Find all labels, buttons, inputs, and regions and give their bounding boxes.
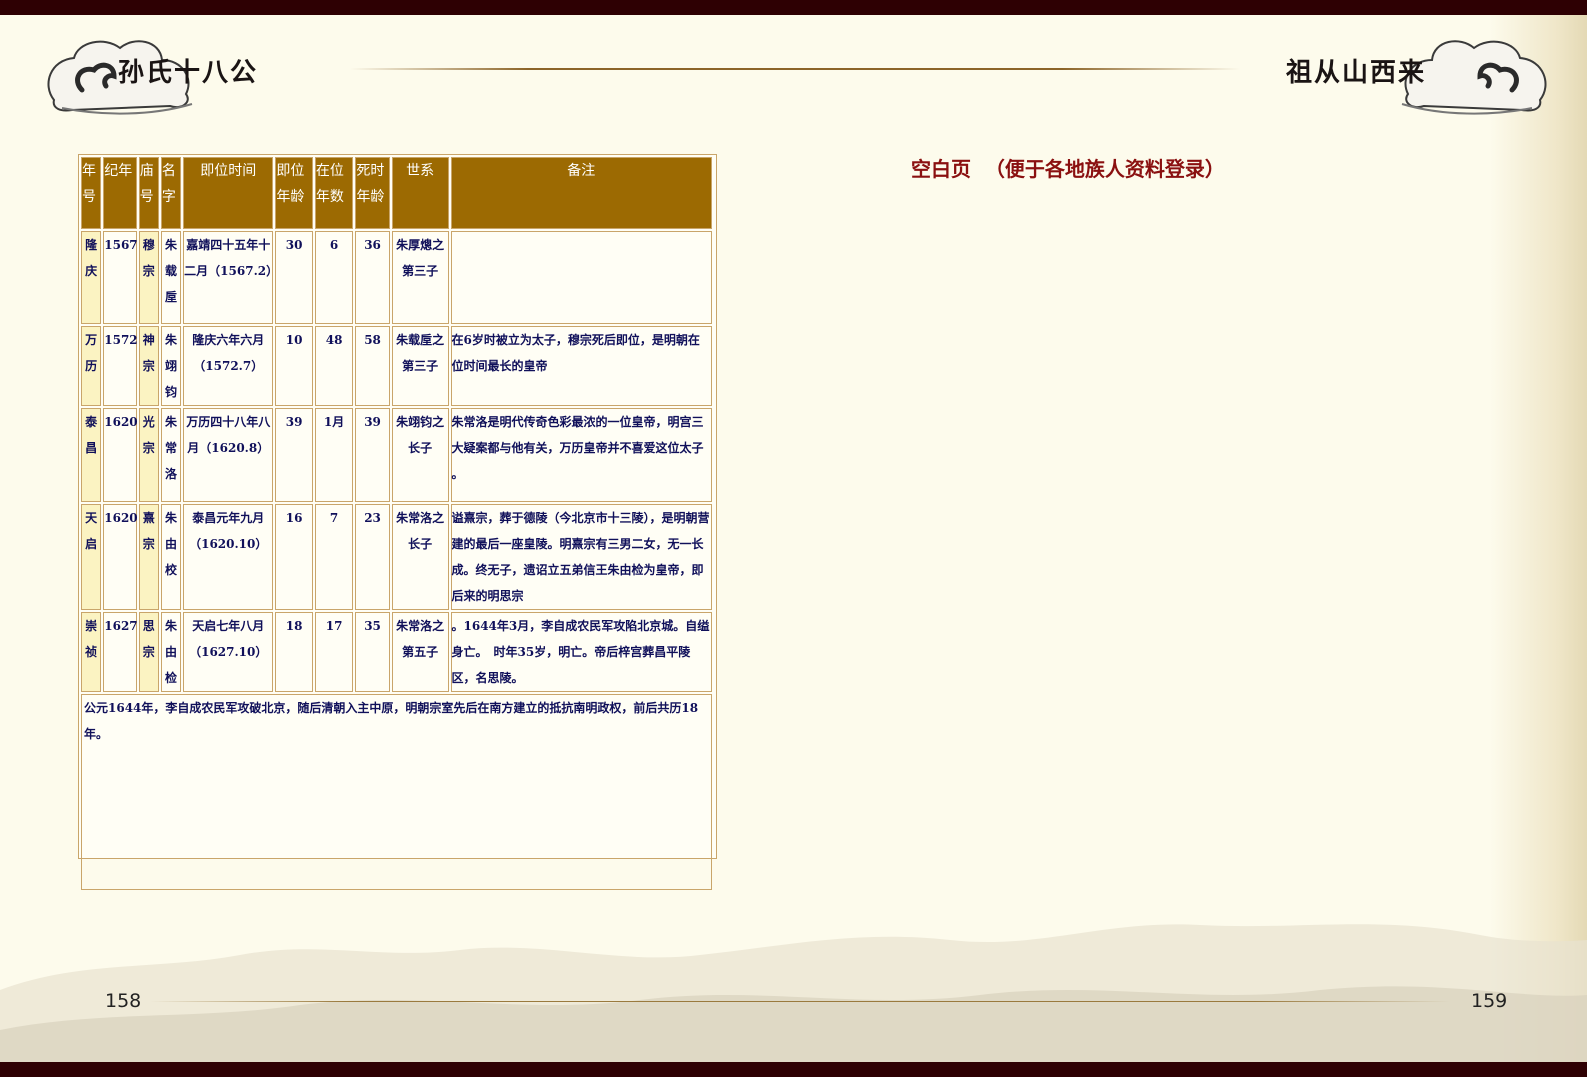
- cell-era: 崇祯: [81, 612, 102, 692]
- cell-temple: 神宗: [138, 326, 159, 406]
- ming-emperors-table: 年号 纪年 庙号 名字 即位时间 即位年龄 在位年数 死时年龄 世系 备注 隆庆…: [78, 154, 717, 890]
- cell-name: 朱由检: [160, 612, 182, 692]
- cell-years-reign: 48: [314, 326, 354, 406]
- cell-name: 朱翊钧: [160, 326, 182, 406]
- cell-accession: 隆庆六年六月（1572.7）: [183, 326, 274, 406]
- cell-notes: 朱常洛是明代传奇色彩最浓的一位皇帝，明宫三大疑案都与他有关，万历皇帝并不喜爱这位…: [450, 408, 712, 502]
- cell-years-reign: 7: [314, 504, 354, 610]
- cell-age-death: 36: [355, 231, 390, 324]
- cell-lineage: 朱常洛之第五子: [391, 612, 449, 692]
- table-footer-note: 公元1644年，李自成农民军攻破北京，随后清朝入主中原，明朝宗室先后在南方建立的…: [81, 694, 712, 890]
- header-name: 名字: [160, 157, 182, 229]
- cell-era: 万历: [81, 326, 102, 406]
- cell-accession: 泰昌元年九月（1620.10）: [183, 504, 274, 610]
- cell-era: 隆庆: [81, 231, 102, 324]
- table-row: 隆庆 1567 穆宗 朱载垕 嘉靖四十五年十二月（1567.2） 30 6 36…: [81, 231, 712, 324]
- cell-year: 1572: [103, 326, 138, 406]
- cell-notes: 谥熹宗，葬于德陵（今北京市十三陵），是明朝营建的最后一座皇陵。明熹宗有三男二女，…: [450, 504, 712, 610]
- table-row: 万历 1572 神宗 朱翊钧 隆庆六年六月（1572.7） 10 48 58 朱…: [81, 326, 712, 406]
- cell-year: 1627: [103, 612, 138, 692]
- header-rule: [350, 68, 1240, 70]
- table-row: 崇祯 1627 思宗 朱由检 天启七年八月（1627.10） 18 17 35 …: [81, 612, 712, 692]
- header-year: 纪年: [103, 157, 137, 229]
- header-temple: 庙号: [138, 157, 159, 229]
- cell-age-accession: 39: [275, 408, 313, 502]
- cell-name: 朱常洛: [160, 408, 182, 502]
- cell-lineage: 朱厚熜之第三子: [391, 231, 449, 324]
- header-accession: 即位时间: [183, 157, 274, 229]
- cell-notes: [450, 231, 712, 324]
- table-header-row: 年号 纪年 庙号 名字 即位时间 即位年龄 在位年数 死时年龄 世系 备注: [81, 157, 712, 229]
- header-era: 年号: [81, 157, 102, 229]
- left-page-number: 158: [105, 990, 142, 1012]
- cell-lineage: 朱载垕之第三子: [391, 326, 449, 406]
- cell-accession: 天启七年八月（1627.10）: [183, 612, 274, 692]
- cell-accession: 万历四十八年八月（1620.8）: [183, 408, 274, 502]
- cell-notes: 在6岁时被立为太子，穆宗死后即位，是明朝在位时间最长的皇帝: [450, 326, 712, 406]
- right-page-number: 159: [1471, 990, 1508, 1012]
- cell-years-reign: 6: [314, 231, 354, 324]
- left-page-header-title: 孙氏十八公: [118, 58, 259, 88]
- mountain-landscape-decoration: [0, 924, 1587, 1062]
- cell-age-death: 39: [355, 408, 390, 502]
- cell-name: 朱由校: [160, 504, 182, 610]
- cell-year: 1620: [103, 504, 138, 610]
- table-footer-row: 公元1644年，李自成农民军攻破北京，随后清朝入主中原，明朝宗室先后在南方建立的…: [81, 694, 712, 890]
- reign-table: 年号 纪年 庙号 名字 即位时间 即位年龄 在位年数 死时年龄 世系 备注 隆庆…: [79, 155, 714, 892]
- cell-temple: 思宗: [138, 612, 159, 692]
- cell-year: 1567: [103, 231, 138, 324]
- header-notes: 备注: [450, 157, 712, 229]
- cell-year: 1620: [103, 408, 138, 502]
- cell-era: 天启: [81, 504, 102, 610]
- header-years-reign: 在位年数: [314, 157, 354, 229]
- cell-temple: 熹宗: [138, 504, 159, 610]
- cell-years-reign: 1月: [314, 408, 354, 502]
- cell-name: 朱载垕: [160, 231, 182, 324]
- cell-age-death: 58: [355, 326, 390, 406]
- cell-years-reign: 17: [314, 612, 354, 692]
- right-page-header-title: 祖从山西来: [1286, 58, 1427, 88]
- cell-temple: 光宗: [138, 408, 159, 502]
- cell-notes: 。1644年3月，李自成农民军攻陷北京城。自缢身亡。 时年35岁，明亡。帝后梓宫…: [450, 612, 712, 692]
- cell-age-death: 35: [355, 612, 390, 692]
- cell-age-death: 23: [355, 504, 390, 610]
- cell-lineage: 朱翊钧之长子: [391, 408, 449, 502]
- cell-age-accession: 30: [275, 231, 313, 324]
- cell-era: 泰昌: [81, 408, 102, 502]
- cell-temple: 穆宗: [138, 231, 159, 324]
- table-row: 泰昌 1620 光宗 朱常洛 万历四十八年八月（1620.8） 39 1月 39…: [81, 408, 712, 502]
- table-row: 天启 1620 熹宗 朱由校 泰昌元年九月（1620.10） 16 7 23 朱…: [81, 504, 712, 610]
- cell-lineage: 朱常洛之长子: [391, 504, 449, 610]
- cell-accession: 嘉靖四十五年十二月（1567.2）: [183, 231, 278, 324]
- cell-age-accession: 10: [275, 326, 313, 406]
- blank-page-title: 空白页 （便于各地族人资料登录）: [911, 157, 1225, 181]
- header-lineage: 世系: [391, 157, 449, 229]
- header-age-death: 死时年龄: [355, 157, 390, 229]
- bottom-border-bar: [0, 1062, 1587, 1077]
- top-border-bar: [0, 0, 1587, 15]
- footer-rule: [150, 1001, 1450, 1002]
- cell-age-accession: 16: [275, 504, 313, 610]
- header-age-accession: 即位年龄: [275, 157, 313, 229]
- cell-age-accession: 18: [275, 612, 313, 692]
